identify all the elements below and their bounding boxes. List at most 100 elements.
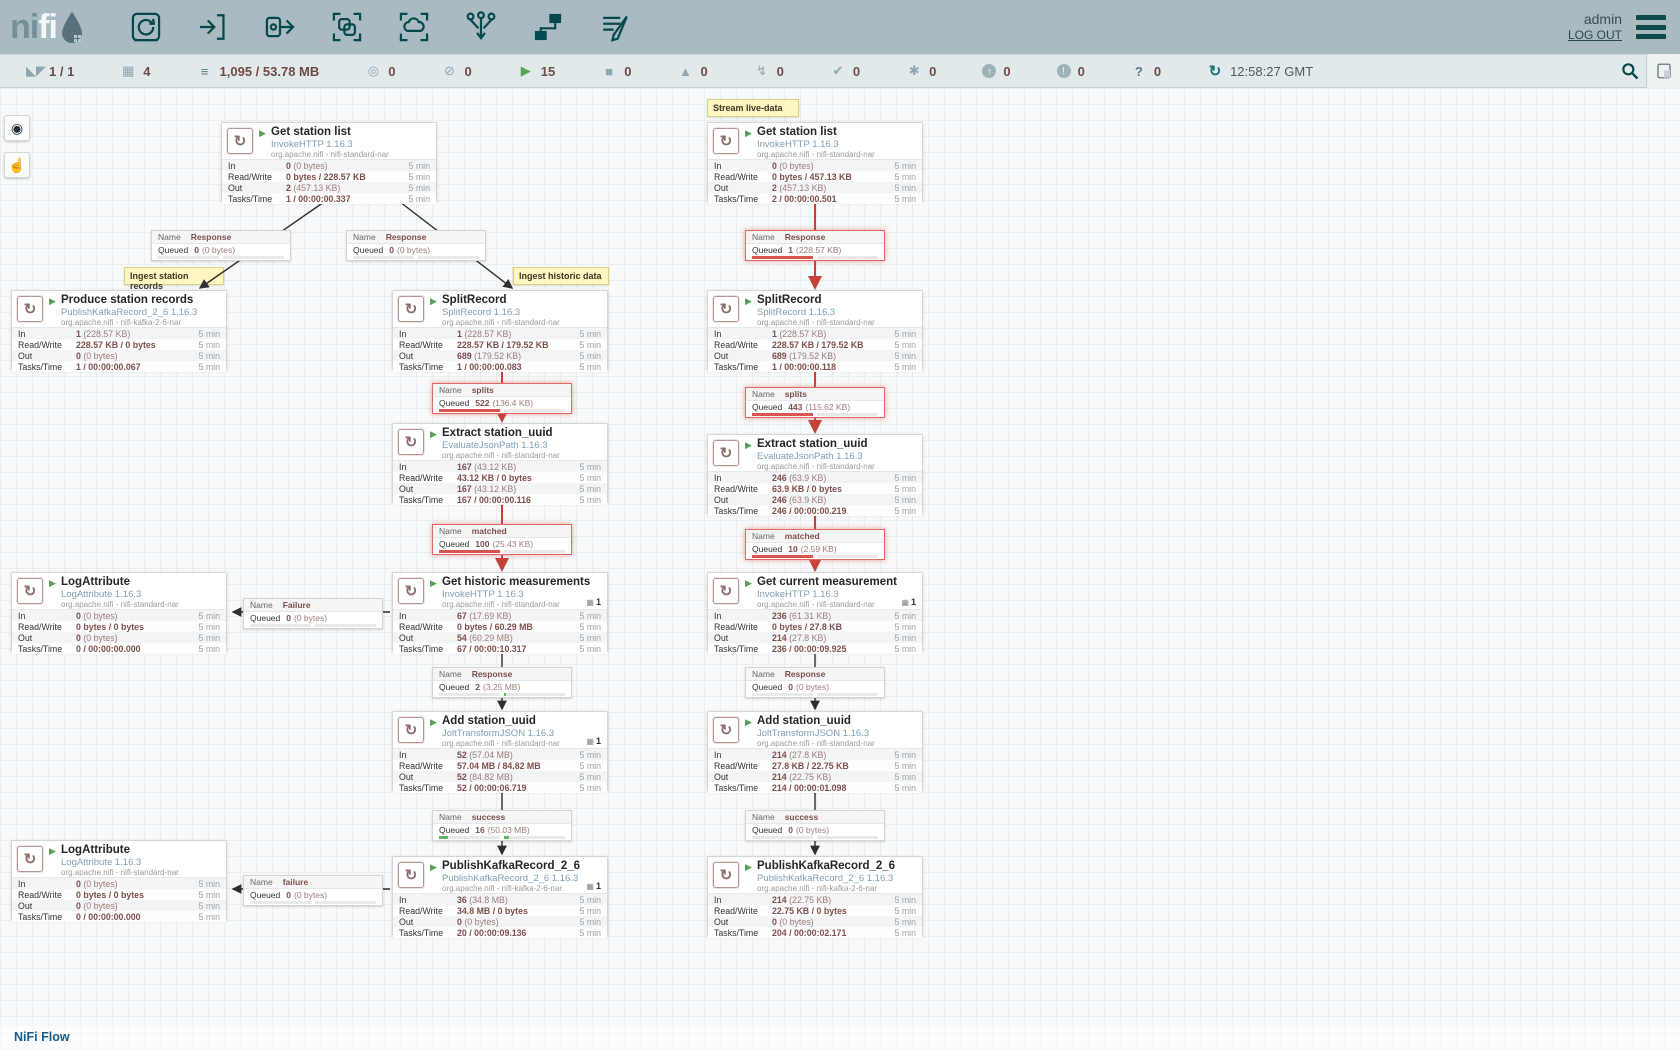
processor-get-station-list[interactable]: ↻▶Get station listInvokeHTTP 1.16.3org.a… bbox=[707, 122, 923, 202]
stat-label: Read/Write bbox=[714, 622, 772, 632]
stat-value: 0 (0 bytes) bbox=[457, 917, 575, 927]
stat-row: Out0 (0 bytes)5 min bbox=[12, 632, 226, 643]
connection-label-splits[interactable]: NamesplitsQueued522(136.4 KB) bbox=[432, 383, 572, 414]
not-transmitting-icon: ⊘ bbox=[442, 63, 458, 79]
processor-add-station-uuid[interactable]: ↻▶Add station_uuidJoltTransformJSON 1.16… bbox=[392, 711, 608, 791]
stat-label: Out bbox=[399, 917, 457, 927]
processor-get-station-list[interactable]: ↻▶Get station listInvokeHTTP 1.16.3org.a… bbox=[221, 122, 437, 202]
stat-row: Out0 (0 bytes)5 min bbox=[393, 916, 607, 927]
panel-toggle-button[interactable] bbox=[1646, 54, 1680, 88]
stat-row: Read/Write0 bytes / 457.13 KB5 min bbox=[708, 171, 922, 182]
processor-splitrecord[interactable]: ↻▶SplitRecordSplitRecord 1.16.3org.apach… bbox=[707, 290, 923, 370]
running-state-icon: ▶ bbox=[49, 846, 56, 857]
stat-window: 5 min bbox=[894, 495, 916, 505]
funnel-tool[interactable] bbox=[462, 8, 500, 46]
flow-canvas[interactable]: Ingest station recordsIngest historic da… bbox=[0, 88, 1680, 1050]
stat-row: Read/Write22.75 KB / 0 bytes5 min bbox=[708, 905, 922, 916]
processor-extract-station-uuid[interactable]: ↻▶Extract station_uuidEvaluateJsonPath 1… bbox=[392, 423, 608, 503]
process-group-tool[interactable] bbox=[328, 8, 366, 46]
running-state-icon: ▶ bbox=[430, 429, 437, 440]
stat-label: Read/Write bbox=[714, 906, 772, 916]
processor-produce-station-records[interactable]: ↻▶Produce station recordsPublishKafkaRec… bbox=[11, 290, 227, 370]
processor-get-historic-measurements[interactable]: ↻▶Get historic measurementsInvokeHTTP 1.… bbox=[392, 572, 608, 652]
logout-link[interactable]: LOG OUT bbox=[1568, 27, 1622, 43]
backpressure-bars bbox=[752, 256, 878, 259]
processor-logattribute[interactable]: ↻▶LogAttributeLogAttribute 1.16.3org.apa… bbox=[11, 840, 227, 920]
connection-label-matched[interactable]: NamematchedQueued10(2.59 KB) bbox=[745, 529, 885, 560]
remote-process-group-tool[interactable] bbox=[395, 8, 433, 46]
connection-label-failure[interactable]: NamefailureQueued0(0 bytes) bbox=[243, 875, 383, 906]
operate-palette-button[interactable]: ☝ bbox=[4, 152, 30, 178]
processor-type-icon: ↻ bbox=[398, 429, 424, 455]
stat-row: Tasks/Time0 / 00:00:00.0005 min bbox=[12, 643, 226, 654]
processor-get-current-measurement[interactable]: ↻▶Get current measurementInvokeHTTP 1.16… bbox=[707, 572, 923, 652]
label-tool[interactable] bbox=[596, 8, 634, 46]
stat-label: Tasks/Time bbox=[18, 912, 76, 922]
connection-label-success[interactable]: NamesuccessQueued16(50.03 MB) bbox=[432, 810, 572, 841]
stat-value: 214 (22.75 KB) bbox=[772, 772, 890, 782]
stat-label: Out bbox=[714, 183, 772, 193]
processor-bundle: org.apache.nifi - nifi-kafka-2-6-nar bbox=[61, 318, 222, 327]
stat-window: 5 min bbox=[579, 906, 601, 916]
current-user: admin bbox=[1568, 11, 1622, 27]
template-tool[interactable] bbox=[529, 8, 567, 46]
stat-window: 5 min bbox=[408, 172, 430, 182]
refresh-status[interactable]: ↻ 12:58:27 GMT bbox=[1207, 62, 1313, 80]
status-queued-list: ≡1,095 / 53.78 MB bbox=[197, 64, 320, 79]
input-port-tool[interactable] bbox=[194, 8, 232, 46]
template-icon bbox=[531, 10, 565, 44]
breadcrumb-strip bbox=[0, 1026, 1680, 1050]
processor-bundle: org.apache.nifi - nifi-standard-nar bbox=[61, 600, 222, 609]
stat-window: 5 min bbox=[894, 906, 916, 916]
processor-add-station-uuid[interactable]: ↻▶Add station_uuidJoltTransformJSON 1.16… bbox=[707, 711, 923, 791]
connection-label-failure[interactable]: NameFailureQueued0(0 bytes) bbox=[243, 598, 383, 629]
breadcrumb[interactable]: NiFi Flow bbox=[14, 1030, 70, 1044]
connection-label-response[interactable]: NameResponseQueued1(228.57 KB) bbox=[745, 230, 885, 261]
processor-publishkafkarecord-2-6[interactable]: ↻▶PublishKafkaRecord_2_6PublishKafkaReco… bbox=[392, 856, 608, 936]
stat-window: 5 min bbox=[894, 644, 916, 654]
connection-label-response[interactable]: NameResponseQueued0(0 bytes) bbox=[151, 230, 291, 261]
search-button[interactable] bbox=[1614, 54, 1646, 88]
locally-modified-icon: ✱ bbox=[906, 63, 922, 79]
processor-logattribute[interactable]: ↻▶LogAttributeLogAttribute 1.16.3org.apa… bbox=[11, 572, 227, 652]
processor-bundle: org.apache.nifi - nifi-standard-nar bbox=[442, 600, 603, 609]
global-menu-icon[interactable] bbox=[1636, 15, 1666, 39]
status-transmitting: ◎0 bbox=[365, 63, 395, 79]
stat-row: Out214 (22.75 KB)5 min bbox=[708, 771, 922, 782]
processor-stats: In236 (61.31 KB)5 minRead/Write0 bytes /… bbox=[708, 609, 922, 654]
stat-window: 5 min bbox=[579, 783, 601, 793]
stat-window: 5 min bbox=[894, 340, 916, 350]
stat-row: Tasks/Time20 / 00:00:09.1365 min bbox=[393, 927, 607, 938]
stat-row: Read/Write0 bytes / 228.57 KB5 min bbox=[222, 171, 436, 182]
connection-label-splits[interactable]: NamesplitsQueued443(115.62 KB) bbox=[745, 387, 885, 418]
connection-label-success[interactable]: NamesuccessQueued0(0 bytes) bbox=[745, 810, 885, 841]
stat-value: 1 / 00:00:00.067 bbox=[76, 362, 194, 372]
stat-window: 5 min bbox=[408, 183, 430, 193]
backpressure-bars bbox=[158, 256, 284, 259]
connection-label-response[interactable]: NameResponseQueued0(0 bytes) bbox=[346, 230, 486, 261]
backpressure-bars bbox=[250, 901, 376, 904]
processor-splitrecord[interactable]: ↻▶SplitRecordSplitRecord 1.16.3org.apach… bbox=[392, 290, 608, 370]
stat-window: 5 min bbox=[198, 351, 220, 361]
navigate-palette-button[interactable]: ◉ bbox=[4, 115, 30, 141]
running-state-icon: ▶ bbox=[745, 128, 752, 139]
stat-label: In bbox=[714, 750, 772, 760]
backpressure-bars bbox=[353, 256, 479, 259]
processor-extract-station-uuid[interactable]: ↻▶Extract station_uuidEvaluateJsonPath 1… bbox=[707, 434, 923, 514]
processor-publishkafkarecord-2-6[interactable]: ↻▶PublishKafkaRecord_2_6PublishKafkaReco… bbox=[707, 856, 923, 936]
stat-value: 0 bytes / 60.29 MB bbox=[457, 622, 575, 632]
processor-type-icon: ↻ bbox=[713, 296, 739, 322]
flow-status-bar: ◣◤1 / 1▦4≡1,095 / 53.78 MB◎0⊘0▶15■0▲0↯0✔… bbox=[0, 54, 1680, 88]
connection-label-response[interactable]: NameResponseQueued2(3.25 MB) bbox=[432, 667, 572, 698]
stat-value: 167 (43.12 KB) bbox=[457, 462, 575, 472]
last-refresh-time: 12:58:27 GMT bbox=[1230, 64, 1313, 79]
output-port-tool[interactable] bbox=[261, 8, 299, 46]
connection-label-response[interactable]: NameResponseQueued0(0 bytes) bbox=[745, 667, 885, 698]
stat-row: Read/Write228.57 KB / 179.52 KB5 min bbox=[393, 339, 607, 350]
processor-tool[interactable] bbox=[127, 8, 165, 46]
processor-header: ↻▶Produce station recordsPublishKafkaRec… bbox=[12, 291, 226, 327]
stat-window: 5 min bbox=[579, 362, 601, 372]
connection-label-matched[interactable]: NamematchedQueued100(25.43 KB) bbox=[432, 524, 572, 555]
stat-window: 5 min bbox=[579, 633, 601, 643]
stat-window: 5 min bbox=[579, 895, 601, 905]
